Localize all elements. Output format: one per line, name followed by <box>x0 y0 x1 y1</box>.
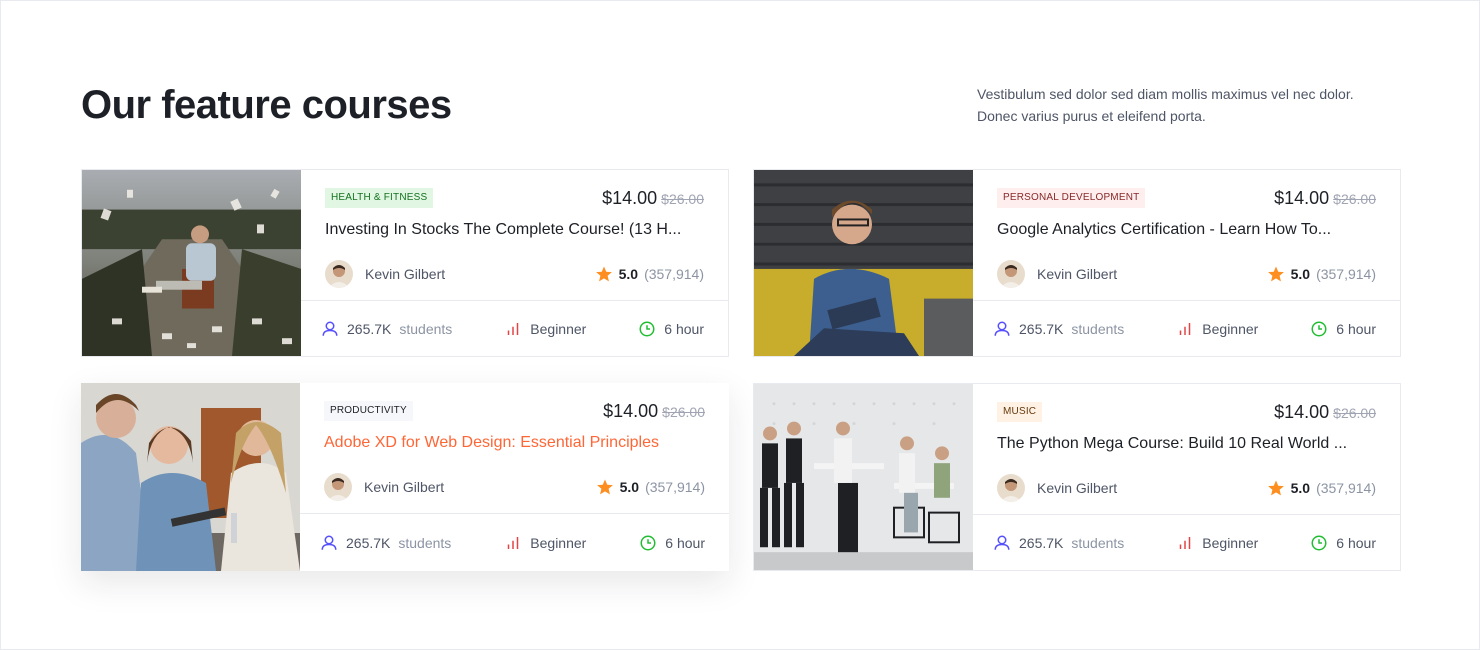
original-price: $26.00 <box>1333 404 1376 421</box>
course-duration: 6 hour <box>639 534 705 552</box>
section-heading: Our feature courses <box>81 83 452 127</box>
rating: 5.0 (357,914) <box>1267 265 1376 283</box>
star-icon <box>1267 265 1285 283</box>
section-description: Vestibulum sed dolor sed diam mollis max… <box>977 86 1354 124</box>
students-count: 265.7K students <box>321 320 452 338</box>
bar-chart-icon <box>504 534 522 552</box>
instructor-name: Kevin Gilbert <box>1037 480 1118 496</box>
rating: 5.0 (357,914) <box>596 478 705 496</box>
course-thumbnail[interactable] <box>754 384 973 570</box>
course-level: Beginner <box>1176 320 1258 338</box>
rating-count: (357,914) <box>1316 266 1376 282</box>
avatar <box>997 474 1025 502</box>
instructor-name: Kevin Gilbert <box>365 266 446 282</box>
students-count: 265.7K students <box>993 320 1124 338</box>
instructor[interactable]: Kevin Gilbert <box>997 260 1117 288</box>
avatar <box>997 260 1025 288</box>
rating-score: 5.0 <box>1290 480 1311 496</box>
category-badge[interactable]: MUSIC <box>997 402 1043 422</box>
course-card[interactable]: PRODUCTIVITY $14.00 $26.00 Adobe XD for … <box>81 383 729 571</box>
course-thumbnail[interactable] <box>82 170 301 356</box>
course-thumbnail[interactable] <box>81 383 300 571</box>
rating-score: 5.0 <box>1290 266 1311 282</box>
bar-chart-icon <box>504 320 522 338</box>
students-count: 265.7K students <box>993 534 1124 552</box>
course-title[interactable]: Google Analytics Certification - Learn H… <box>997 219 1376 241</box>
instructor-name: Kevin Gilbert <box>1037 266 1118 282</box>
clock-icon <box>1310 320 1328 338</box>
students-count: 265.7K students <box>320 534 451 552</box>
user-icon <box>993 534 1011 552</box>
avatar <box>325 260 353 288</box>
course-price: $14.00 <box>603 400 659 421</box>
rating-count: (357,914) <box>644 266 704 282</box>
course-card[interactable]: MUSIC $14.00 $26.00 The Python Mega Cour… <box>753 383 1401 571</box>
course-card[interactable]: HEALTH & FITNESS $14.00 $26.00 Investing… <box>81 169 729 357</box>
course-level: Beginner <box>504 534 586 552</box>
original-price: $26.00 <box>662 403 705 420</box>
instructor[interactable]: Kevin Gilbert <box>324 473 444 501</box>
user-icon <box>321 320 339 338</box>
category-badge[interactable]: PRODUCTIVITY <box>324 401 413 421</box>
course-duration: 6 hour <box>1310 534 1376 552</box>
category-badge[interactable]: PERSONAL DEVELOPMENT <box>997 188 1146 208</box>
rating: 5.0 (357,914) <box>595 265 704 283</box>
original-price: $26.00 <box>1333 190 1376 207</box>
user-icon <box>993 320 1011 338</box>
avatar <box>324 473 352 501</box>
course-title[interactable]: Adobe XD for Web Design: Essential Princ… <box>324 432 705 454</box>
course-price: $14.00 <box>602 187 658 208</box>
category-badge[interactable]: HEALTH & FITNESS <box>325 188 434 208</box>
bar-chart-icon <box>1176 534 1194 552</box>
course-duration: 6 hour <box>638 320 704 338</box>
rating-score: 5.0 <box>619 479 640 495</box>
clock-icon <box>1310 534 1328 552</box>
course-level: Beginner <box>504 320 586 338</box>
rating: 5.0 (357,914) <box>1267 479 1376 497</box>
rating-score: 5.0 <box>618 266 639 282</box>
rating-count: (357,914) <box>645 479 705 495</box>
page-frame: Our feature courses Vestibulum sed dolor… <box>0 0 1480 650</box>
course-title[interactable]: Investing In Stocks The Complete Course!… <box>325 219 704 241</box>
price-group: $14.00 $26.00 <box>1274 188 1376 209</box>
bar-chart-icon <box>1176 320 1194 338</box>
clock-icon <box>638 320 656 338</box>
rating-count: (357,914) <box>1316 480 1376 496</box>
star-icon <box>595 265 613 283</box>
clock-icon <box>639 534 657 552</box>
course-level: Beginner <box>1176 534 1258 552</box>
star-icon <box>1267 479 1285 497</box>
user-icon <box>320 534 338 552</box>
price-group: $14.00 $26.00 <box>602 188 704 209</box>
instructor[interactable]: Kevin Gilbert <box>325 260 445 288</box>
course-duration: 6 hour <box>1310 320 1376 338</box>
course-title[interactable]: The Python Mega Course: Build 10 Real Wo… <box>997 433 1376 455</box>
course-price: $14.00 <box>1274 187 1330 208</box>
star-icon <box>596 478 614 496</box>
instructor[interactable]: Kevin Gilbert <box>997 474 1117 502</box>
price-group: $14.00 $26.00 <box>1274 402 1376 423</box>
instructor-name: Kevin Gilbert <box>364 479 445 495</box>
course-thumbnail[interactable] <box>754 170 973 356</box>
price-group: $14.00 $26.00 <box>603 401 705 422</box>
course-price: $14.00 <box>1274 401 1330 422</box>
original-price: $26.00 <box>661 190 704 207</box>
course-card[interactable]: PERSONAL DEVELOPMENT $14.00 $26.00 Googl… <box>753 169 1401 357</box>
